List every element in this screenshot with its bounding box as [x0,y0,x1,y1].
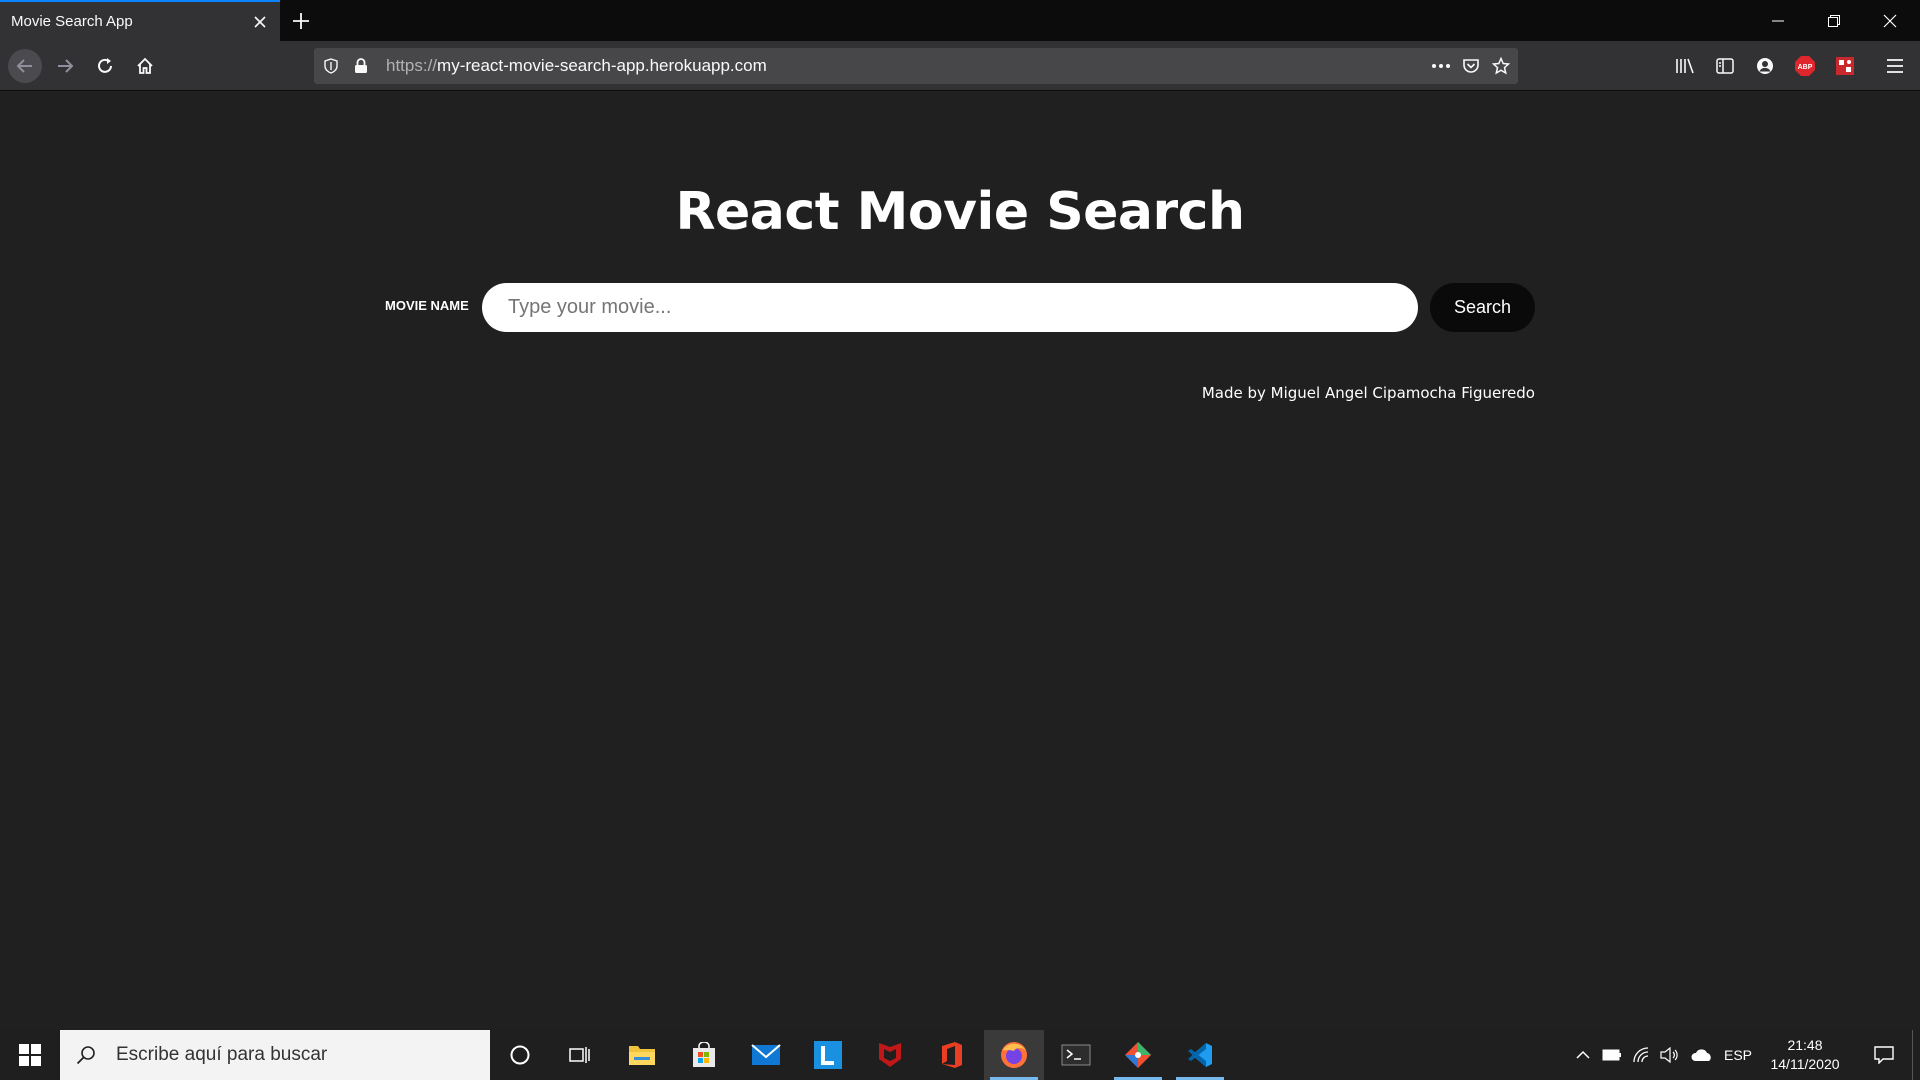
close-window-icon[interactable] [1862,0,1918,41]
mail-icon[interactable] [736,1030,796,1080]
tracking-protection-icon[interactable] [316,48,346,84]
svg-text:ABP: ABP [1798,64,1813,71]
movie-search-input[interactable] [482,283,1418,332]
mcafee-icon[interactable] [860,1030,920,1080]
extension-icon[interactable] [1828,49,1862,83]
url-text[interactable]: https://my-react-movie-search-app.heroku… [386,48,767,84]
url-protocol: https:// [386,56,438,75]
minimize-icon[interactable] [1750,0,1806,41]
bookmark-star-icon[interactable] [1486,48,1516,84]
author-credit: Made by Miguel Angel Cipamocha Figueredo [1201,384,1535,402]
notifications-icon[interactable] [1864,1030,1904,1080]
battery-icon[interactable] [1600,1030,1624,1080]
lens-icon[interactable] [798,1030,858,1080]
search-button[interactable]: Search [1430,283,1535,332]
reload-icon[interactable] [88,49,122,83]
page-actions-icon[interactable] [1426,48,1456,84]
navigation-bar: https://my-react-movie-search-app.heroku… [0,41,1920,91]
restore-icon[interactable] [1806,0,1862,41]
new-tab-icon[interactable] [286,6,316,36]
show-desktop-divider[interactable] [1912,1030,1913,1080]
url-host: my-react-movie-search-app.herokuapp.com [437,56,767,75]
tab-close-icon[interactable] [246,8,274,36]
terminal-icon[interactable] [1046,1030,1106,1080]
taskbar-search-placeholder: Escribe aquí para buscar [116,1044,328,1065]
search-icon [76,1045,96,1065]
office-icon[interactable] [922,1030,982,1080]
windows-taskbar: Escribe aquí para buscar ESP 21:48 14/11… [0,1030,1920,1080]
back-icon[interactable] [8,49,42,83]
tab-title: Movie Search App [11,13,133,30]
address-bar[interactable]: https://my-react-movie-search-app.heroku… [314,48,1518,84]
account-icon[interactable] [1748,49,1782,83]
movie-name-label: MOVIE NAME [385,298,469,313]
file-explorer-icon[interactable] [612,1030,672,1080]
adblock-plus-icon[interactable]: ABP [1788,49,1822,83]
browser-tab[interactable]: Movie Search App [0,0,280,41]
taskbar-clock[interactable]: 21:48 14/11/2020 [1760,1036,1850,1074]
clock-time: 21:48 [1787,1037,1823,1053]
tab-bar: Movie Search App [0,0,1920,41]
page-title: React Movie Search [675,182,1245,242]
library-icon[interactable] [1668,49,1702,83]
taskbar-search-box[interactable]: Escribe aquí para buscar [60,1030,490,1080]
forward-icon[interactable] [48,49,82,83]
sidebar-icon[interactable] [1708,49,1742,83]
home-icon[interactable] [128,49,162,83]
vscode-icon[interactable] [1170,1030,1230,1080]
language-indicator[interactable]: ESP [1720,1030,1756,1080]
cortana-icon[interactable] [490,1030,550,1080]
show-hidden-icons-icon[interactable] [1572,1030,1594,1080]
firefox-icon[interactable] [984,1030,1044,1080]
volume-icon[interactable] [1658,1030,1682,1080]
pocket-icon[interactable] [1456,48,1486,84]
hamburger-menu-icon[interactable] [1878,49,1912,83]
clock-date: 14/11/2020 [1770,1056,1840,1072]
store-icon[interactable] [674,1030,734,1080]
windows-start-icon[interactable] [0,1030,60,1080]
page-content: React Movie Search MOVIE NAME Search Mad… [0,92,1920,1030]
wifi-icon[interactable] [1630,1030,1654,1080]
git-icon[interactable] [1108,1030,1168,1080]
task-view-icon[interactable] [550,1030,610,1080]
lock-icon[interactable] [346,48,376,84]
onedrive-icon[interactable] [1688,1030,1716,1080]
